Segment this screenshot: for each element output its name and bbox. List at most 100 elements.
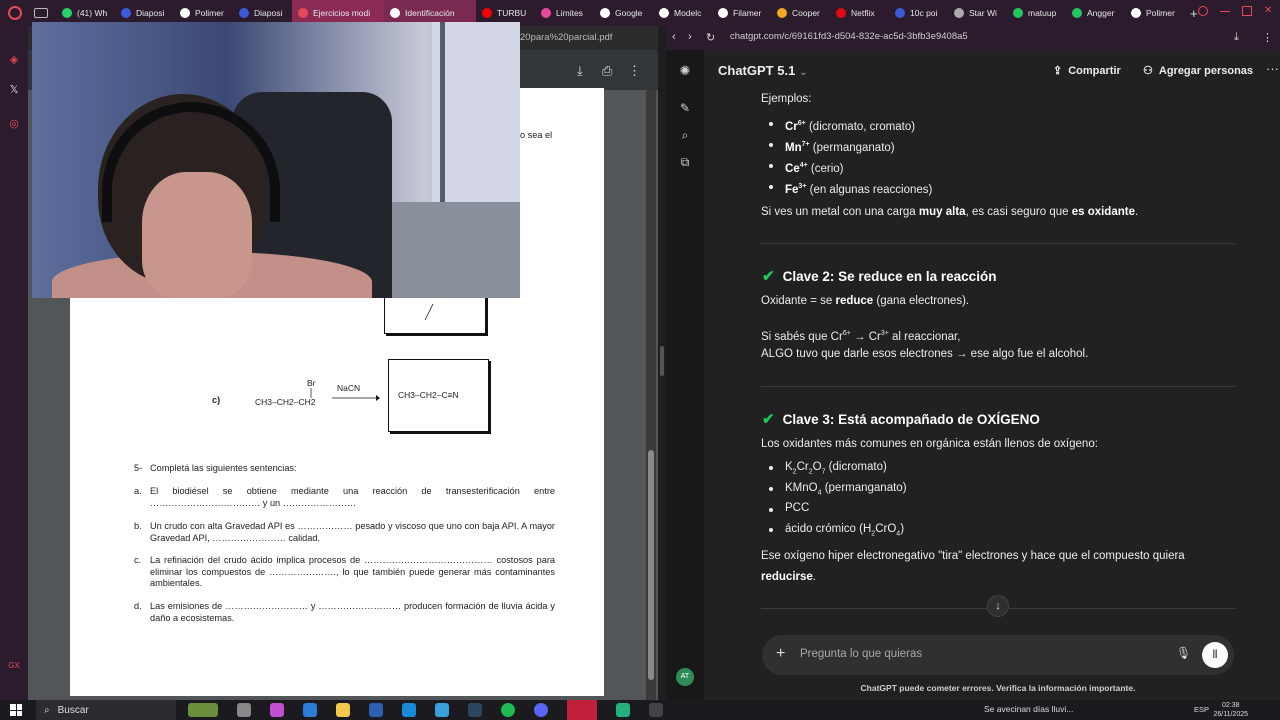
browser-tab[interactable]: matuup — [1007, 0, 1066, 26]
browser-tab[interactable]: Star Wi — [948, 0, 1007, 26]
task-view-icon[interactable] — [237, 703, 251, 717]
browser-tab[interactable]: Filamer — [712, 0, 771, 26]
browser-tab[interactable]: Cooper — [771, 0, 830, 26]
spotify-icon[interactable] — [501, 703, 515, 717]
voice-mode-button[interactable]: ⦀ — [1202, 642, 1228, 668]
store-icon[interactable] — [303, 703, 317, 717]
clave-2-title: Clave 2: Se reduce en la reacción — [782, 268, 997, 284]
openai-logo-icon[interactable]: ✺ — [678, 64, 692, 78]
item-d-text: Las emisiones de ……………………… y ……………………… p… — [150, 601, 555, 623]
section-divider — [761, 243, 1235, 244]
oxidant-item-2: KMnO4 (permanganato) — [785, 482, 907, 497]
download-icon[interactable]: ⤓ — [577, 63, 583, 79]
discord-icon[interactable] — [534, 703, 548, 717]
minimize-button[interactable] — [1220, 6, 1230, 12]
app-icon[interactable] — [435, 703, 449, 717]
browser-sidebar: ◈ 𝕏 ◎ GX — [0, 26, 28, 700]
copilot-icon[interactable] — [270, 703, 284, 717]
tab-favicon-icon — [239, 8, 249, 18]
split-divider[interactable] — [658, 26, 666, 700]
oxidant-item-1: K2Cr2O7 (dicromato) — [785, 461, 887, 476]
chat-url[interactable]: chatgpt.com/c/69161fd3-d504-832e-ac5d-3b… — [730, 31, 968, 42]
x-twitter-icon[interactable]: 𝕏 — [8, 84, 20, 96]
new-tab-button[interactable]: + — [1190, 6, 1198, 21]
steam-icon[interactable] — [468, 703, 482, 717]
back-icon[interactable]: ‹ — [672, 31, 676, 43]
pdf-scrollbar-thumb[interactable] — [648, 450, 654, 680]
model-selector[interactable]: ChatGPT 5.1 ⌄ — [718, 63, 808, 78]
gx-corner-icon[interactable]: GX — [8, 660, 20, 672]
bullet — [769, 122, 773, 126]
clock-date: 26/11/2025 — [1213, 711, 1248, 718]
forward-icon[interactable]: › — [688, 31, 692, 43]
question-title: Completá las siguientes sentencias: — [150, 463, 297, 473]
clave-3-intro: Los oxidantes más comunes en orgánica es… — [761, 438, 1098, 450]
example-item: Cr6+ (dicromato, cromato) — [785, 116, 915, 135]
print-icon[interactable]: ⎙ — [602, 63, 612, 79]
app-icon[interactable] — [649, 703, 663, 717]
tab-label: TURBU — [497, 8, 527, 18]
example-item: Fe3+ (en algunas reacciones) — [785, 179, 932, 198]
pdf-url[interactable]: 20para%20parcial.pdf — [520, 32, 612, 43]
install-icon[interactable]: ⤓ — [1234, 31, 1239, 44]
taskbar-search[interactable]: ⌕ Buscar — [36, 700, 176, 720]
browser-tab[interactable]: Google — [594, 0, 653, 26]
bullet — [769, 143, 773, 147]
close-button[interactable]: ✕ — [1264, 6, 1274, 16]
add-people-button[interactable]: ⚇ Agregar personas — [1143, 64, 1253, 78]
partial-text: o sea el — [520, 130, 553, 140]
bullet — [769, 466, 773, 470]
windows-start-icon[interactable] — [10, 704, 22, 716]
weather-widget[interactable]: Se avecinan días lluvi... — [984, 704, 1073, 714]
opera-gx-taskbar-icon[interactable] — [567, 700, 597, 720]
app-icon[interactable] — [616, 703, 630, 717]
bullet — [769, 487, 773, 491]
add-person-icon: ⚇ — [1143, 65, 1153, 77]
tab-favicon-icon — [541, 8, 551, 18]
microphone-icon[interactable]: 🎙 — [1176, 646, 1191, 660]
maximize-button[interactable] — [1242, 6, 1252, 16]
more-options-icon[interactable]: ⋮ — [628, 63, 641, 79]
search-icon[interactable] — [1198, 6, 1208, 16]
chat-address-bar: ‹ › ↻ chatgpt.com/c/69161fd3-d504-832e-a… — [666, 26, 1280, 50]
reload-icon[interactable]: ↻ — [706, 31, 715, 44]
browser-tab[interactable]: Limites — [535, 0, 594, 26]
mail-icon[interactable] — [369, 703, 383, 717]
pdf-scrollbar[interactable] — [646, 90, 656, 700]
chat-composer[interactable]: + Pregunta lo que quieras 🎙 ⦀ — [762, 635, 1234, 675]
browser-tab[interactable]: Modelc — [653, 0, 712, 26]
browser-tab[interactable]: Polimer — [1125, 0, 1184, 26]
divider-grip[interactable] — [660, 346, 664, 376]
browser-tab[interactable]: 10c poi — [889, 0, 948, 26]
extensions-icon[interactable]: ⋮ — [1262, 31, 1273, 44]
language-indicator[interactable]: ESP — [1194, 705, 1209, 714]
tab-label: (41) Wh — [77, 8, 108, 18]
taskbar-clock[interactable]: 02:38 26/11/2025 — [1213, 701, 1248, 719]
prompt-input[interactable]: Pregunta lo que quieras — [800, 648, 922, 660]
item-c-letter: c. — [134, 555, 142, 565]
item-c-text: La refinación del crudo ácido implica pr… — [150, 555, 555, 588]
widget-icon[interactable] — [188, 703, 218, 717]
file-explorer-icon[interactable] — [336, 703, 350, 717]
attach-plus-icon[interactable]: + — [776, 645, 785, 663]
scroll-down-button[interactable]: ↓ — [987, 595, 1009, 617]
flow-icon[interactable]: ◈ — [8, 54, 20, 66]
instagram-icon[interactable]: ◎ — [8, 118, 20, 130]
oxidant-item-3: PCC — [785, 502, 810, 514]
tab-menu-icon[interactable] — [34, 8, 48, 18]
more-icon[interactable]: ··· — [1266, 61, 1279, 76]
webcam-overlay[interactable] — [32, 22, 520, 298]
share-button[interactable]: ⇪ Compartir — [1053, 64, 1121, 78]
opera-gx-icon[interactable] — [8, 6, 22, 20]
example-item: Ce4+ (cerio) — [785, 158, 843, 177]
edge-icon[interactable] — [402, 703, 416, 717]
new-chat-icon[interactable]: ✎ — [678, 101, 692, 115]
high-charge-paragraph: Si ves un metal con una carga muy alta, … — [761, 205, 1138, 220]
browser-tab[interactable]: Angger — [1066, 0, 1125, 26]
tab-label: Filamer — [733, 8, 762, 18]
search-chats-icon[interactable]: ⌕ — [678, 128, 692, 142]
clave-3-title: Clave 3: Está acompañado de OXÍGENO — [782, 411, 1040, 427]
browser-tab[interactable]: Netflix — [830, 0, 889, 26]
library-icon[interactable]: ⧉ — [678, 155, 692, 169]
check-icon: ✔ — [762, 411, 775, 428]
